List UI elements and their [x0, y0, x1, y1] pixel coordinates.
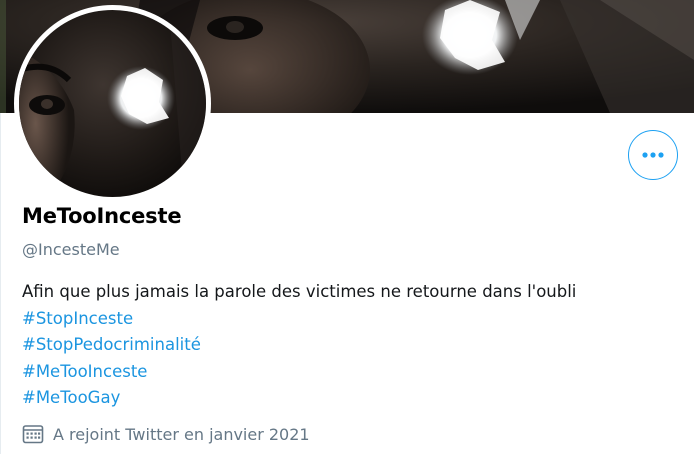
username-handle: @IncesteMe — [22, 240, 120, 259]
hashtag-link[interactable]: #MeTooInceste — [22, 359, 147, 386]
more-options-button[interactable] — [628, 130, 678, 180]
join-date-text: A rejoint Twitter en janvier 2021 — [53, 424, 310, 444]
avatar-image — [19, 10, 206, 197]
profile-page: MeTooInceste @IncesteMe Afin que plus ja… — [0, 0, 694, 454]
column-border — [0, 113, 1, 454]
hashtag-link[interactable]: #StopInceste — [22, 306, 133, 333]
join-date: A rejoint Twitter en janvier 2021 — [22, 424, 310, 444]
avatar[interactable] — [14, 5, 211, 202]
hashtag-link[interactable]: #MeTooGay — [22, 385, 120, 412]
display-name: MeTooInceste — [22, 204, 182, 228]
calendar-icon — [22, 425, 44, 444]
more-horizontal-icon — [642, 152, 664, 158]
hashtag-link[interactable]: #StopPedocriminalité — [22, 332, 201, 359]
bio-text: Afin que plus jamais la parole des victi… — [22, 282, 577, 301]
profile-bio: Afin que plus jamais la parole des victi… — [22, 279, 682, 412]
